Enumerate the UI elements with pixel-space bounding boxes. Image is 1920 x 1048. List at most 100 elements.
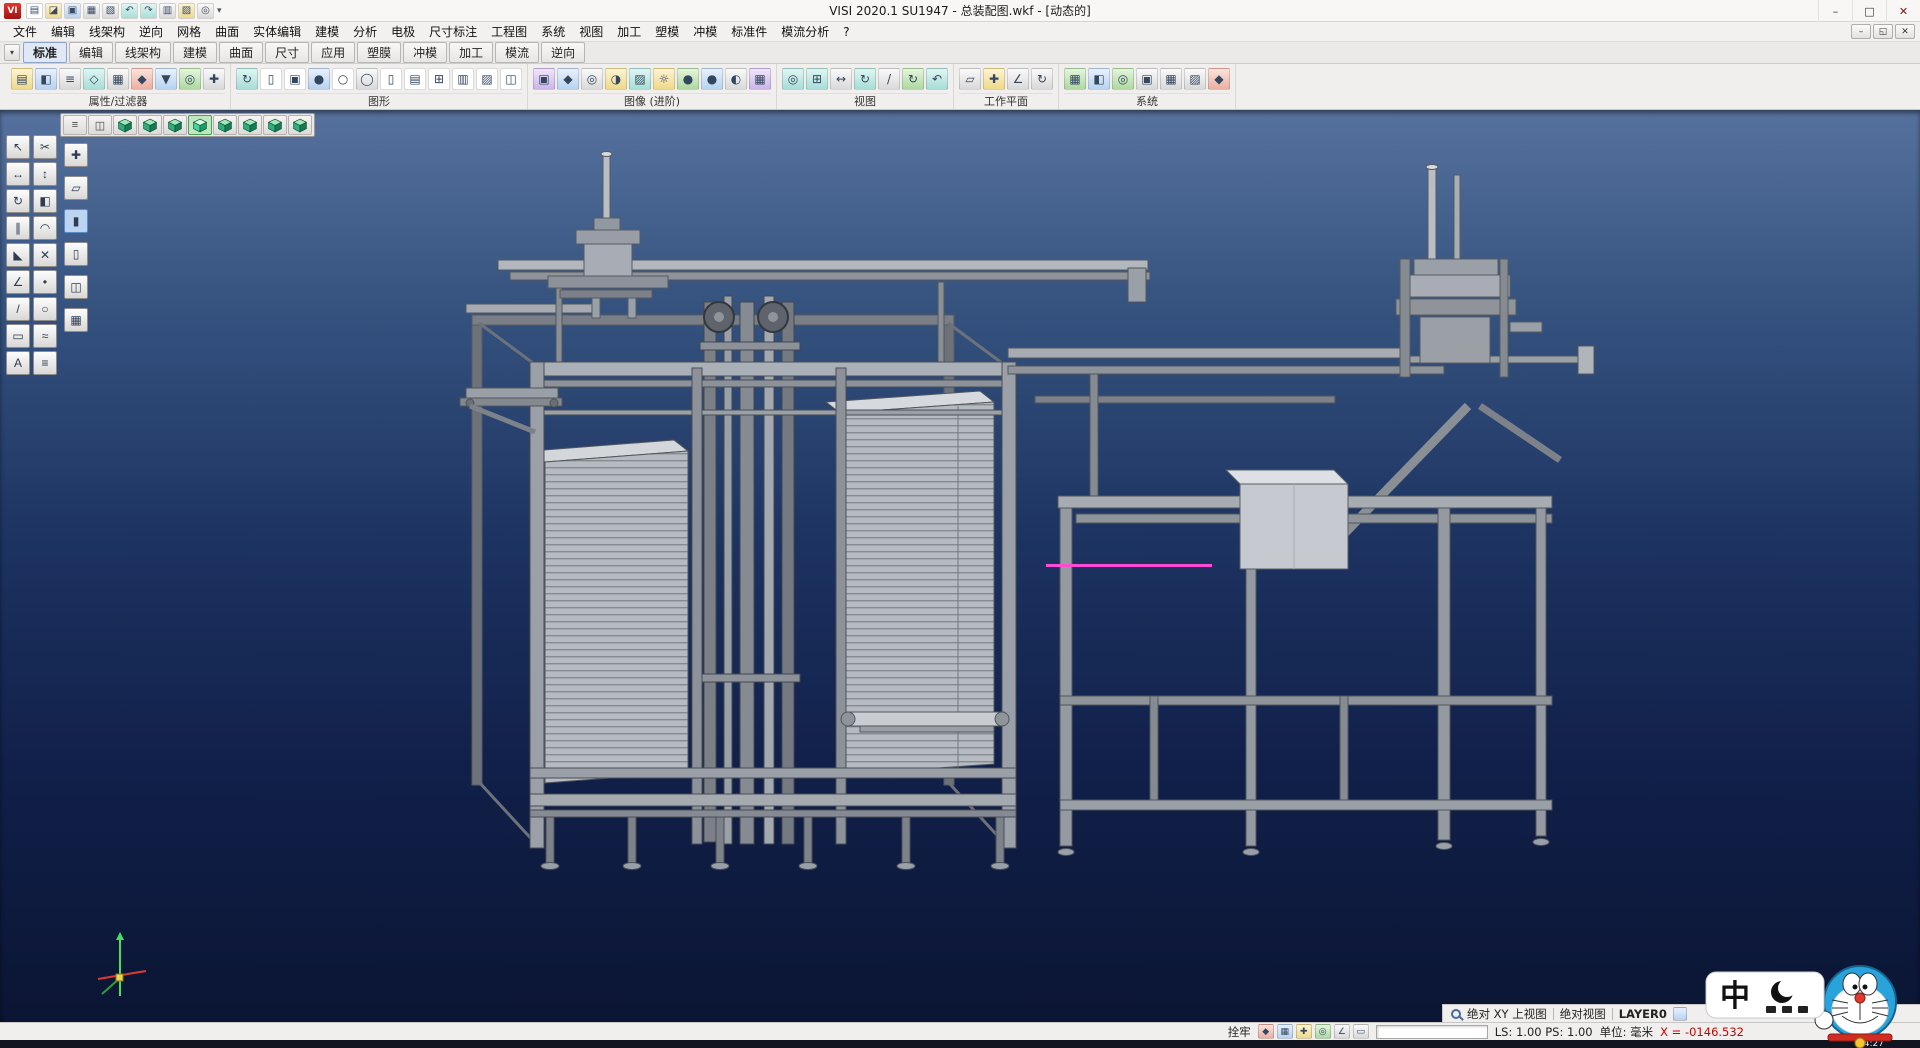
bottom-view-icon[interactable] [213,115,237,135]
redo-icon[interactable]: ↷ [140,3,157,19]
menu-item[interactable]: 建模 [308,22,346,41]
hollow-cylinder-icon[interactable]: ▯ [64,242,88,266]
undo-icon[interactable]: ↶ [121,3,138,19]
menu-item[interactable]: 实体编辑 [246,22,308,41]
toolbar-tab[interactable]: 曲面 [219,42,263,63]
isolate-icon[interactable]: ◎ [179,68,201,90]
wireframe-mode-icon[interactable]: ○ [332,68,354,90]
ime-toolbox-icon[interactable] [1782,1006,1792,1013]
solid-cylinder-icon[interactable]: ▮ [64,209,88,233]
mirror-icon[interactable]: ◧ [33,189,57,213]
menu-item[interactable]: 视图 [572,22,610,41]
globe-icon[interactable]: ◎ [1112,68,1134,90]
active-layer-label[interactable]: LAYER0 [1619,1007,1667,1021]
layer-filter-icon[interactable]: ≡ [59,68,81,90]
stack-icon[interactable]: ▥ [452,68,474,90]
delete-icon[interactable]: ✕ [33,243,57,267]
osnap-toggle-icon[interactable]: ◎ [1315,1024,1331,1039]
ime-status-panel[interactable]: 中 [1704,954,1904,1048]
toolbar-tab[interactable]: 编辑 [69,42,113,63]
lighting-icon[interactable]: ☼ [653,68,675,90]
viewports-sheet-icon[interactable]: ◫ [500,68,522,90]
settings-icon[interactable]: ▣ [1136,68,1158,90]
toolbar-tab[interactable]: 加工 [449,42,493,63]
trim-icon[interactable]: ✂ [33,135,57,159]
zoom-fit-icon[interactable]: ◎ [782,68,804,90]
magnet-icon[interactable]: ◆ [131,68,153,90]
ime-toolbar[interactable]: 中 [1706,972,1824,1018]
lock-toggle-label[interactable]: 拴牢 [1228,1024,1251,1040]
workplane-reset-icon[interactable]: ↻ [1031,68,1053,90]
page-icon[interactable]: ▯ [260,68,282,90]
ime-mode-indicator[interactable]: 中 [1720,979,1750,1014]
system-colors-icon[interactable]: ◧ [1088,68,1110,90]
view-mode-label[interactable]: 绝对 XY 上视图 [1467,1006,1547,1022]
copy-icon[interactable]: ▥ [159,3,176,19]
macro-icon[interactable]: ▨ [1184,68,1206,90]
options-icon[interactable]: ◎ [197,3,214,19]
menu-item[interactable]: 曲面 [208,22,246,41]
menu-item[interactable]: 文件 [6,22,44,41]
keyboard-input-icon[interactable]: ▭ [1353,1024,1369,1039]
workplane-tool-icon[interactable]: ▱ [64,176,88,200]
cursor-icon[interactable]: ↖ [6,135,30,159]
iso-view-icon[interactable] [113,115,137,135]
workplane-icon[interactable]: ▱ [959,68,981,90]
workplane-align-icon[interactable]: ∠ [1007,68,1029,90]
axon-view-icon[interactable] [288,115,312,135]
mesh-tool-icon[interactable]: ▦ [64,308,88,332]
view-reference-label[interactable]: 绝对视图 [1560,1006,1606,1022]
menu-item[interactable]: ? [836,24,856,40]
mdi-close-button[interactable]: ✕ [1895,24,1915,39]
pan-icon[interactable]: ↔ [830,68,852,90]
shadow-icon[interactable]: ◐ [725,68,747,90]
grid-toggle-icon[interactable]: ▦ [1277,1024,1293,1039]
menu-item[interactable]: 加工 [610,22,648,41]
chamfer-icon[interactable]: ◣ [6,243,30,267]
cad-viewport[interactable]: ≡ ◫ [0,110,1920,1022]
blue-sphere-icon[interactable]: ● [701,68,723,90]
filter-settings-icon[interactable]: ✚ [203,68,225,90]
toolbar-tab[interactable]: 应用 [311,42,355,63]
top-view-icon[interactable] [188,115,212,135]
close-button[interactable]: ✕ [1886,0,1920,22]
menu-item[interactable]: 编辑 [44,22,82,41]
grid-settings-icon[interactable]: ▦ [1160,68,1182,90]
mdi-minimize-button[interactable]: – [1851,24,1871,39]
ime-settings-icon[interactable] [1798,1006,1808,1013]
toolbar-tab[interactable]: 塑膜 [357,42,401,63]
back-view-icon[interactable] [163,115,187,135]
open-file-icon[interactable]: ◪ [45,3,62,19]
surface-tool-icon[interactable]: ◫ [64,275,88,299]
pages-icon[interactable]: ▣ [284,68,306,90]
material-icon[interactable]: ◑ [605,68,627,90]
attributes-sheet-icon[interactable]: ▨ [476,68,498,90]
toolbar-tab[interactable]: 逆向 [541,42,585,63]
green-sphere-icon[interactable]: ● [677,68,699,90]
text-icon[interactable]: A [6,351,30,375]
hidden-line-icon[interactable]: ◯ [356,68,378,90]
orbit-icon[interactable]: ↻ [854,68,876,90]
element-color-icon[interactable]: ◧ [35,68,57,90]
quick-filter-icon[interactable]: ▼ [155,68,177,90]
viewports-icon[interactable]: ◫ [88,115,112,135]
curve-icon[interactable]: ≈ [33,324,57,348]
shaded-mode-icon[interactable]: ● [308,68,330,90]
angle-toggle-icon[interactable]: ∠ [1334,1024,1350,1039]
stretch-icon[interactable]: ↕ [33,162,57,186]
menu-item[interactable]: 电极 [384,22,422,41]
move-icon[interactable]: ↔ [6,162,30,186]
search-icon[interactable] [1451,1009,1461,1019]
tab-overflow-icon[interactable]: ▾ [4,44,20,61]
camera-icon[interactable]: ◎ [581,68,603,90]
sketch-view-icon[interactable]: / [878,68,900,90]
menu-item[interactable]: 系统 [534,22,572,41]
circle-icon[interactable]: ○ [33,297,57,321]
quick-access-overflow-icon[interactable]: ▾ [217,6,222,16]
refresh-view-icon[interactable]: ↻ [902,68,924,90]
attributes-icon[interactable]: ▤ [11,68,33,90]
front-view-icon[interactable] [138,115,162,135]
menu-item[interactable]: 线架构 [82,22,132,41]
toolbar-tab[interactable]: 冲模 [403,42,447,63]
maximize-button[interactable]: □ [1852,0,1886,22]
